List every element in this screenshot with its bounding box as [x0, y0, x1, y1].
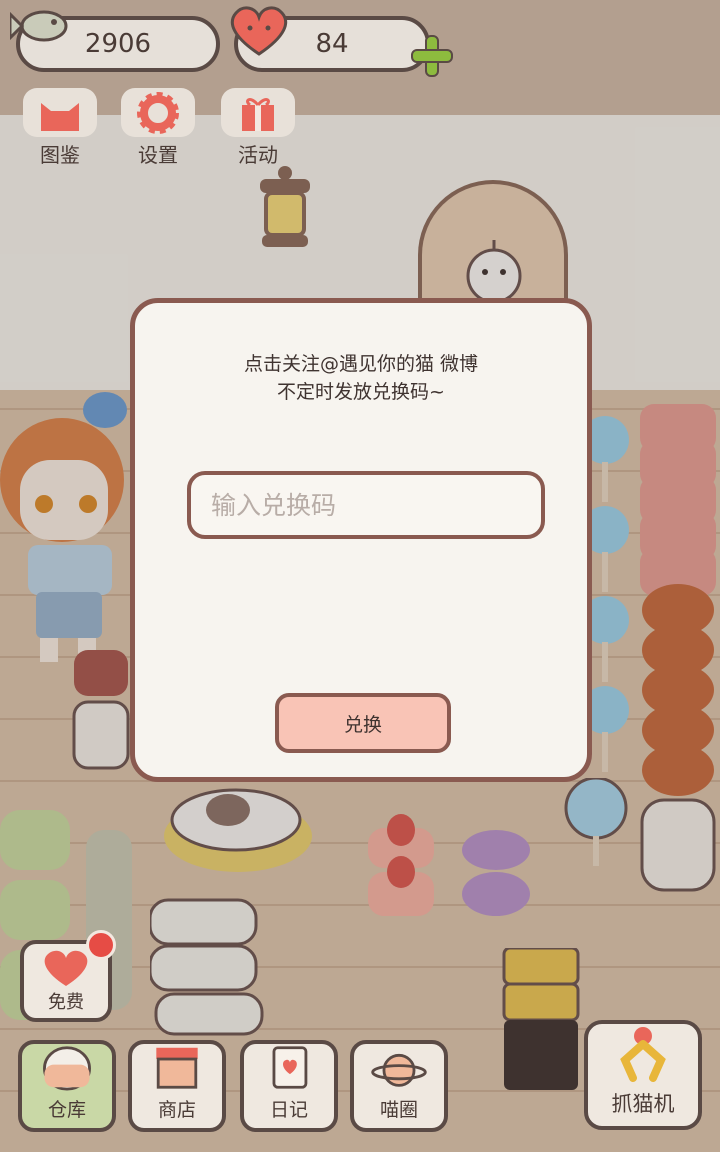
settings-menu-button[interactable]: 设置 [118, 88, 198, 168]
claw-machine-label: 抓猫机 [611, 1092, 675, 1116]
diary-icon [272, 1046, 308, 1089]
claw-icon [620, 1027, 666, 1082]
cat-circle-button[interactable]: 喵圈 [350, 1040, 448, 1132]
heart-icon [230, 6, 288, 56]
fish-icon [10, 10, 68, 42]
dialog-message-line1: 点击关注@遇见你的猫 微博 [243, 353, 479, 375]
diary-button[interactable]: 日记 [240, 1040, 338, 1132]
warehouse-button[interactable]: 仓库 [18, 1040, 116, 1132]
shop-icon [156, 1047, 198, 1089]
warehouse-label: 仓库 [47, 1099, 86, 1121]
claw-machine-button[interactable]: 抓猫机 [584, 1020, 702, 1130]
dialog-message-line2: 不定时发放兑换码~ [277, 381, 445, 403]
redeem-button[interactable]: 兑换 [275, 693, 451, 753]
notification-badge [86, 930, 116, 960]
gift-icon [221, 88, 295, 137]
redeem-code-dialog: 点击关注@遇见你的猫 微博 不定时发放兑换码~ 兑换 [130, 298, 592, 782]
gear-icon [121, 88, 195, 137]
activity-label: 活动 [238, 143, 278, 167]
shop-label: 商店 [157, 1099, 196, 1121]
fish-count: 2906 [84, 29, 152, 59]
free-label: 免费 [48, 992, 84, 1013]
redeem-code-input[interactable] [187, 471, 545, 539]
settings-label: 设置 [138, 143, 178, 167]
cat-face-icon [23, 88, 97, 137]
diary-label: 日记 [269, 1099, 308, 1121]
heart-count: 84 [315, 29, 349, 59]
atlas-menu-button[interactable]: 图鉴 [20, 88, 100, 168]
atlas-label: 图鉴 [40, 143, 80, 167]
activity-menu-button[interactable]: 活动 [218, 88, 298, 168]
cat-planet-icon [371, 1053, 427, 1087]
heart-icon [44, 950, 88, 986]
add-hearts-plus-icon[interactable] [410, 34, 454, 78]
shop-button[interactable]: 商店 [128, 1040, 226, 1132]
cat-circle-label: 喵圈 [379, 1099, 418, 1121]
warehouse-icon [43, 1046, 91, 1091]
